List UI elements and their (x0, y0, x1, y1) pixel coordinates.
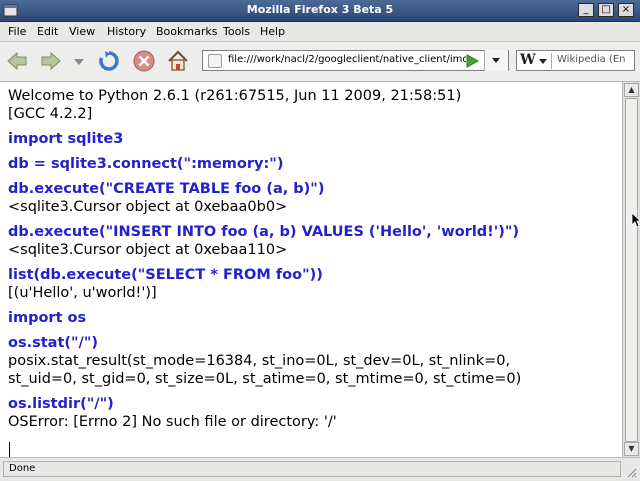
console-line: <sqlite3.Cursor object at 0xebaa110> (8, 242, 288, 258)
chevron-down-icon (492, 58, 500, 63)
console-line: db = sqlite3.connect(":memory:") (8, 156, 284, 172)
mouse-pointer-icon (631, 212, 640, 228)
home-icon[interactable] (166, 49, 190, 73)
console-line: import os (8, 310, 87, 326)
status-bar: Done (0, 457, 640, 481)
menu-bar: File Edit View History Bookmarks Tools H… (0, 22, 640, 42)
menu-help[interactable]: Help (260, 25, 285, 38)
status-panel (3, 461, 621, 477)
vertical-scrollbar[interactable]: ▲ ▼ (622, 82, 640, 457)
console-line: posix.stat_result(st_mode=16384, st_ino=… (8, 353, 511, 369)
menu-tools[interactable]: Tools (223, 25, 250, 38)
status-text: Done (9, 463, 36, 474)
window-title: Mozilla Firefox 3 Beta 5 (246, 3, 394, 16)
page-icon (208, 54, 222, 68)
menu-bookmarks[interactable]: Bookmarks (156, 25, 217, 38)
url-field[interactable]: file:///work/nacl/2/googleclient/native_… (228, 54, 466, 65)
scrollbar-thumb[interactable] (625, 98, 638, 442)
stop-icon[interactable] (132, 49, 156, 73)
back-arrow-icon[interactable] (6, 51, 28, 71)
search-separator (551, 53, 552, 69)
page-content: Welcome to Python 2.6.1 (r261:67515, Jun… (0, 82, 622, 457)
engine-dropdown-icon[interactable] (539, 59, 547, 65)
resize-grip-icon[interactable] (625, 466, 637, 478)
minimize-button[interactable]: _ (578, 3, 594, 17)
console-line: list(db.execute("SELECT * FROM foo")) (8, 267, 323, 283)
menu-history[interactable]: History (107, 25, 146, 38)
menu-file[interactable]: File (8, 25, 26, 38)
console-line: OSError: [Errno 2] No such file or direc… (8, 414, 337, 430)
url-history-dropdown[interactable] (484, 50, 508, 71)
scroll-down-arrow-icon[interactable]: ▼ (624, 442, 639, 456)
search-input[interactable]: Wikipedia (En (557, 54, 633, 65)
go-arrow-icon[interactable] (464, 53, 480, 69)
history-dropdown-icon[interactable] (73, 58, 85, 66)
console-line: os.stat("/") (8, 335, 99, 351)
console-line: Welcome to Python 2.6.1 (r261:67515, Jun… (8, 88, 462, 104)
console-line: db.execute("INSERT INTO foo (a, b) VALUE… (8, 224, 520, 240)
console-input-caret[interactable] (9, 442, 10, 457)
console-line: db.execute("CREATE TABLE foo (a, b)") (8, 181, 325, 197)
menu-edit[interactable]: Edit (37, 25, 58, 38)
search-bar[interactable]: W Wikipedia (En (516, 50, 635, 71)
console-line: import sqlite3 (8, 131, 124, 147)
console-line: os.listdir("/") (8, 396, 114, 412)
wikipedia-engine-icon[interactable]: W (520, 52, 536, 68)
reload-icon[interactable] (97, 49, 121, 73)
close-button[interactable]: × (618, 3, 634, 17)
console-line: [GCC 4.2.2] (8, 106, 93, 122)
menu-view[interactable]: View (69, 25, 95, 38)
scroll-up-arrow-icon[interactable]: ▲ (624, 83, 639, 97)
forward-arrow-icon[interactable] (40, 51, 62, 71)
console-line: st_uid=0, st_gid=0, st_size=0L, st_atime… (8, 371, 522, 387)
console-line: <sqlite3.Cursor object at 0xebaa0b0> (8, 199, 288, 215)
window-titlebar[interactable]: Mozilla Firefox 3 Beta 5 _ □ × (0, 0, 640, 22)
url-bar[interactable]: file:///work/nacl/2/googleclient/native_… (202, 50, 509, 71)
console-line: [(u'Hello', u'world!')] (8, 285, 157, 301)
maximize-button[interactable]: □ (598, 3, 614, 17)
